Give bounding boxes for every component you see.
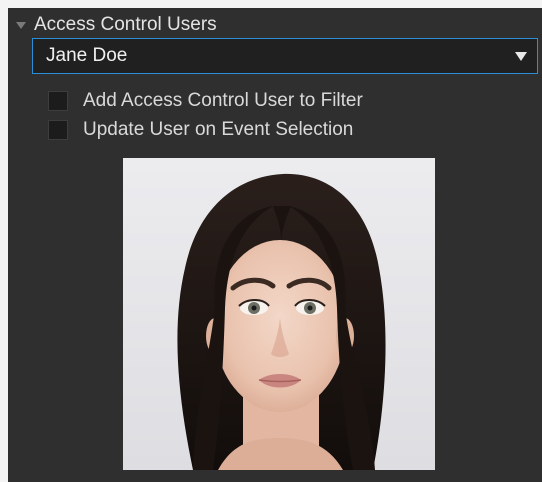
portrait-image: [123, 158, 435, 470]
update-user-on-event-checkbox[interactable]: [48, 120, 68, 140]
add-user-to-filter-option[interactable]: Add Access Control User to Filter: [48, 89, 363, 113]
add-user-to-filter-checkbox[interactable]: [48, 91, 68, 111]
update-user-on-event-label: Update User on Event Selection: [83, 119, 354, 140]
update-user-on-event-option[interactable]: Update User on Event Selection: [48, 118, 353, 142]
dropdown-arrow-icon[interactable]: [515, 51, 527, 61]
collapse-triangle-icon[interactable]: [16, 21, 26, 29]
section-header-access-control-users[interactable]: Access Control Users: [8, 12, 217, 38]
user-select-dropdown[interactable]: Jane Doe: [32, 38, 538, 74]
add-user-to-filter-label: Add Access Control User to Filter: [83, 90, 363, 111]
access-control-panel: Access Control Users Jane Doe Add Access…: [8, 8, 542, 482]
user-select-value: Jane Doe: [46, 45, 128, 66]
section-title: Access Control Users: [34, 14, 217, 35]
user-photo: [123, 158, 435, 470]
